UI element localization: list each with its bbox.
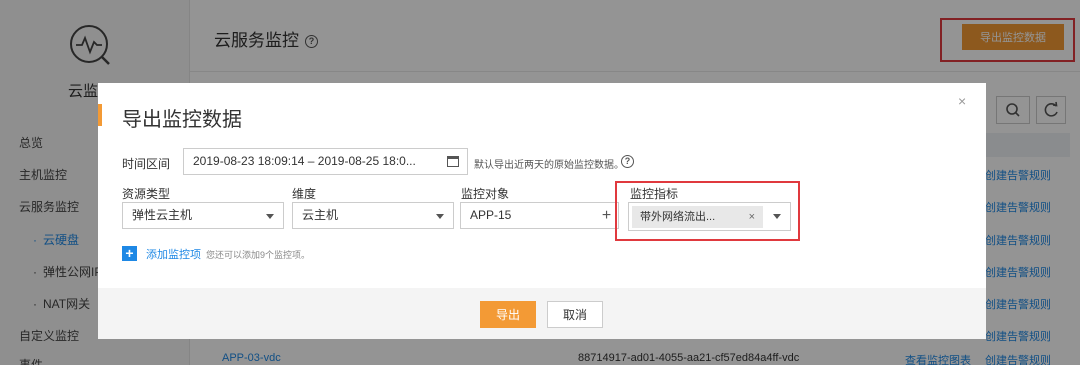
cancel-button[interactable]: 取消 (547, 301, 603, 328)
chevron-down-icon (266, 214, 274, 219)
title-accent-bar (98, 104, 102, 126)
add-monitor-item-link[interactable]: 添加监控项 (146, 246, 201, 262)
time-range-input[interactable]: 2019-08-23 18:09:14 – 2019-08-25 18:0... (183, 148, 468, 175)
monitor-object-label: 监控对象 (461, 187, 510, 201)
export-data-dialog: 导出监控数据 × 时间区间 2019-08-23 18:09:14 – 2019… (98, 83, 986, 339)
dialog-title: 导出监控数据 (122, 109, 242, 131)
time-range-value: 2019-08-23 18:09:14 – 2019-08-25 18:0... (193, 154, 416, 168)
plus-icon[interactable]: + (122, 246, 137, 261)
add-monitor-item-hint: 您还可以添加9个监控项。 (206, 250, 311, 260)
monitor-object-input[interactable]: APP-15 (460, 202, 596, 229)
calendar-icon (447, 156, 459, 167)
time-range-hint: 默认导出近两天的原始监控数据。 (474, 160, 624, 171)
resource-type-value: 弹性云主机 (132, 208, 193, 222)
highlight-box-metric (615, 181, 800, 241)
resource-type-select[interactable]: 弹性云主机 (122, 202, 284, 229)
monitor-object-value: APP-15 (470, 208, 512, 222)
time-range-label: 时间区间 (122, 157, 171, 171)
export-button[interactable]: 导出 (480, 301, 536, 328)
help-icon[interactable]: ? (621, 155, 634, 168)
resource-type-label: 资源类型 (122, 187, 171, 201)
dimension-label: 维度 (292, 187, 317, 201)
dimension-select[interactable]: 云主机 (292, 202, 454, 229)
dialog-footer: 导出 取消 (98, 288, 986, 339)
close-icon[interactable]: × (958, 93, 966, 109)
chevron-down-icon (436, 214, 444, 219)
dimension-value: 云主机 (302, 208, 339, 222)
